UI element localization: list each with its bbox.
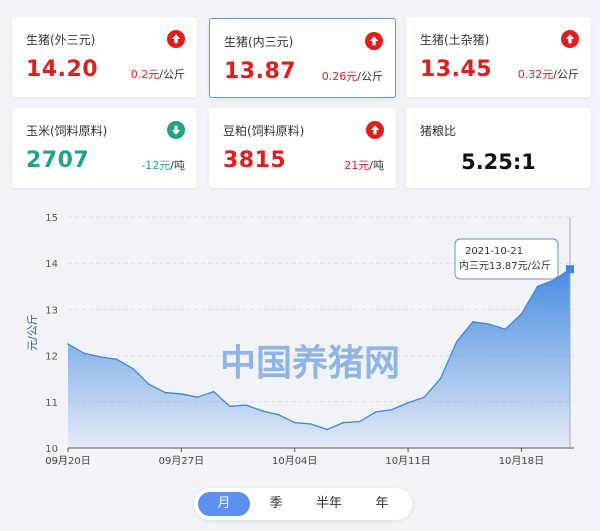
x-tick-label: 09月20日 xyxy=(45,455,90,467)
data-point[interactable] xyxy=(131,367,134,370)
data-point[interactable] xyxy=(472,321,474,323)
price-card-corn[interactable]: 玉米(饲料原料) 2707 -12元/吨 xyxy=(12,108,197,188)
pig-grain-ratio-card[interactable]: 猪粮比 5.25:1 xyxy=(406,108,591,188)
change-unit: /吨 xyxy=(369,159,384,172)
card-change: 21元/吨 xyxy=(344,157,384,173)
data-point[interactable] xyxy=(439,377,442,380)
price-card-tu-za-zhu[interactable]: 生猪(土杂猪) 13.45 0.32元/公斤 xyxy=(406,17,591,97)
x-tick-label: 10月11日 xyxy=(385,455,430,467)
data-point[interactable] xyxy=(164,391,166,394)
tab-year[interactable]: 年 xyxy=(356,492,408,516)
tooltip-box xyxy=(454,238,559,280)
card-name: 生猪(土杂猪) xyxy=(420,33,490,47)
data-point[interactable] xyxy=(553,279,555,282)
data-point[interactable] xyxy=(342,421,345,424)
data-point[interactable] xyxy=(504,328,507,331)
data-point[interactable] xyxy=(326,428,328,431)
data-point[interactable] xyxy=(212,390,215,393)
card-change: 0.26元/公斤 xyxy=(322,68,383,84)
active-point-marker[interactable] xyxy=(566,265,574,274)
tab-quarter[interactable]: 季 xyxy=(250,492,302,516)
data-point[interactable] xyxy=(277,413,280,416)
data-point[interactable] xyxy=(115,358,118,361)
arrow-up-circle-icon xyxy=(366,121,384,139)
data-point[interactable] xyxy=(229,405,231,408)
x-tick-label: 10月04日 xyxy=(272,455,317,467)
data-point[interactable] xyxy=(374,411,377,413)
data-point[interactable] xyxy=(358,420,361,423)
arrow-down-circle-icon xyxy=(167,121,185,139)
data-point[interactable] xyxy=(245,404,247,406)
tooltip-date: 2021-10-21 xyxy=(465,246,523,257)
change-unit: /吨 xyxy=(170,159,185,172)
data-point[interactable] xyxy=(488,323,490,325)
data-point[interactable] xyxy=(293,421,296,424)
price-chart-svg[interactable]: 10 11 12 13 14 15 元/公斤中国养猪网 09月20日 09月27日 10月04日 1… xyxy=(0,205,600,475)
change-value: 0.26元 xyxy=(321,70,358,83)
data-point[interactable] xyxy=(99,356,102,358)
tab-month[interactable]: 月 xyxy=(198,492,250,516)
arrow-up-circle-icon xyxy=(167,30,185,48)
y-tick-label: 10 xyxy=(45,444,58,455)
card-price: 13.45 xyxy=(420,57,493,82)
tab-half-year[interactable]: 半年 xyxy=(303,492,355,516)
data-point[interactable] xyxy=(423,396,426,398)
card-name: 猪粮比 xyxy=(420,124,457,138)
x-tick-label: 09月27日 xyxy=(159,455,204,467)
price-card-wai-san-yuan[interactable]: 生猪(外三元) 14.20 0.2元/公斤 xyxy=(12,17,197,97)
data-point[interactable] xyxy=(196,396,199,398)
ratio-value: 5.25:1 xyxy=(461,150,536,174)
data-point[interactable] xyxy=(83,352,85,355)
change-unit: /公斤 xyxy=(357,70,383,83)
change-value: 0.32元 xyxy=(517,68,554,81)
price-chart[interactable]: 10 11 12 13 14 15 元/公斤中国养猪网 09月20日 09月27日 10月04日 1… xyxy=(0,205,600,475)
arrow-up-circle-icon xyxy=(561,30,579,48)
card-price: 13.87 xyxy=(224,59,297,84)
y-tick-label: 15 xyxy=(45,213,58,224)
data-point[interactable] xyxy=(310,423,312,425)
y-tick-label: 13 xyxy=(45,305,58,316)
period-tabs: 月 季 半年 年 xyxy=(194,488,412,520)
data-point[interactable] xyxy=(67,343,69,345)
y-tick-label: 14 xyxy=(45,259,58,270)
y-tick-label: 12 xyxy=(45,352,58,363)
card-name: 生猪(外三元) xyxy=(26,33,96,47)
card-price: 14.20 xyxy=(26,57,99,82)
card-price: 2707 xyxy=(26,148,90,173)
data-point[interactable] xyxy=(536,285,539,288)
watermark-text: 中国养猪网 xyxy=(220,342,400,384)
card-change: 0.2元/公斤 xyxy=(131,66,185,82)
card-change: -12元/吨 xyxy=(141,157,185,173)
y-tick-label: 11 xyxy=(45,398,58,409)
data-point[interactable] xyxy=(520,313,523,315)
data-point[interactable] xyxy=(180,393,183,395)
data-point[interactable] xyxy=(455,340,458,343)
change-unit: /公斤 xyxy=(553,68,579,81)
arrow-up-circle-icon xyxy=(365,32,383,50)
card-name: 生猪(内三元) xyxy=(224,35,294,49)
data-point[interactable] xyxy=(148,383,150,386)
change-value: -12元 xyxy=(141,159,171,172)
change-value: 0.2元 xyxy=(130,68,160,81)
change-unit: /公斤 xyxy=(159,68,185,81)
tooltip-value: 内三元13.87元/公斤 xyxy=(459,259,551,272)
card-name: 豆粕(饲料原料) xyxy=(223,124,305,138)
y-axis-label: 元/公斤 xyxy=(26,314,39,351)
x-tick-label: 10月18日 xyxy=(499,455,544,467)
price-card-soybean-meal[interactable]: 豆粕(饲料原料) 3815 21元/吨 xyxy=(209,108,396,188)
card-name: 玉米(饲料原料) xyxy=(26,124,108,138)
data-point[interactable] xyxy=(391,408,393,411)
card-price: 3815 xyxy=(223,148,287,173)
price-card-nei-san-yuan[interactable]: 生猪(内三元) 13.87 0.26元/公斤 xyxy=(209,18,396,98)
data-point[interactable] xyxy=(261,410,264,412)
card-change: 0.32元/公斤 xyxy=(518,66,579,82)
change-value: 21元 xyxy=(344,159,370,172)
data-point[interactable] xyxy=(407,401,409,404)
